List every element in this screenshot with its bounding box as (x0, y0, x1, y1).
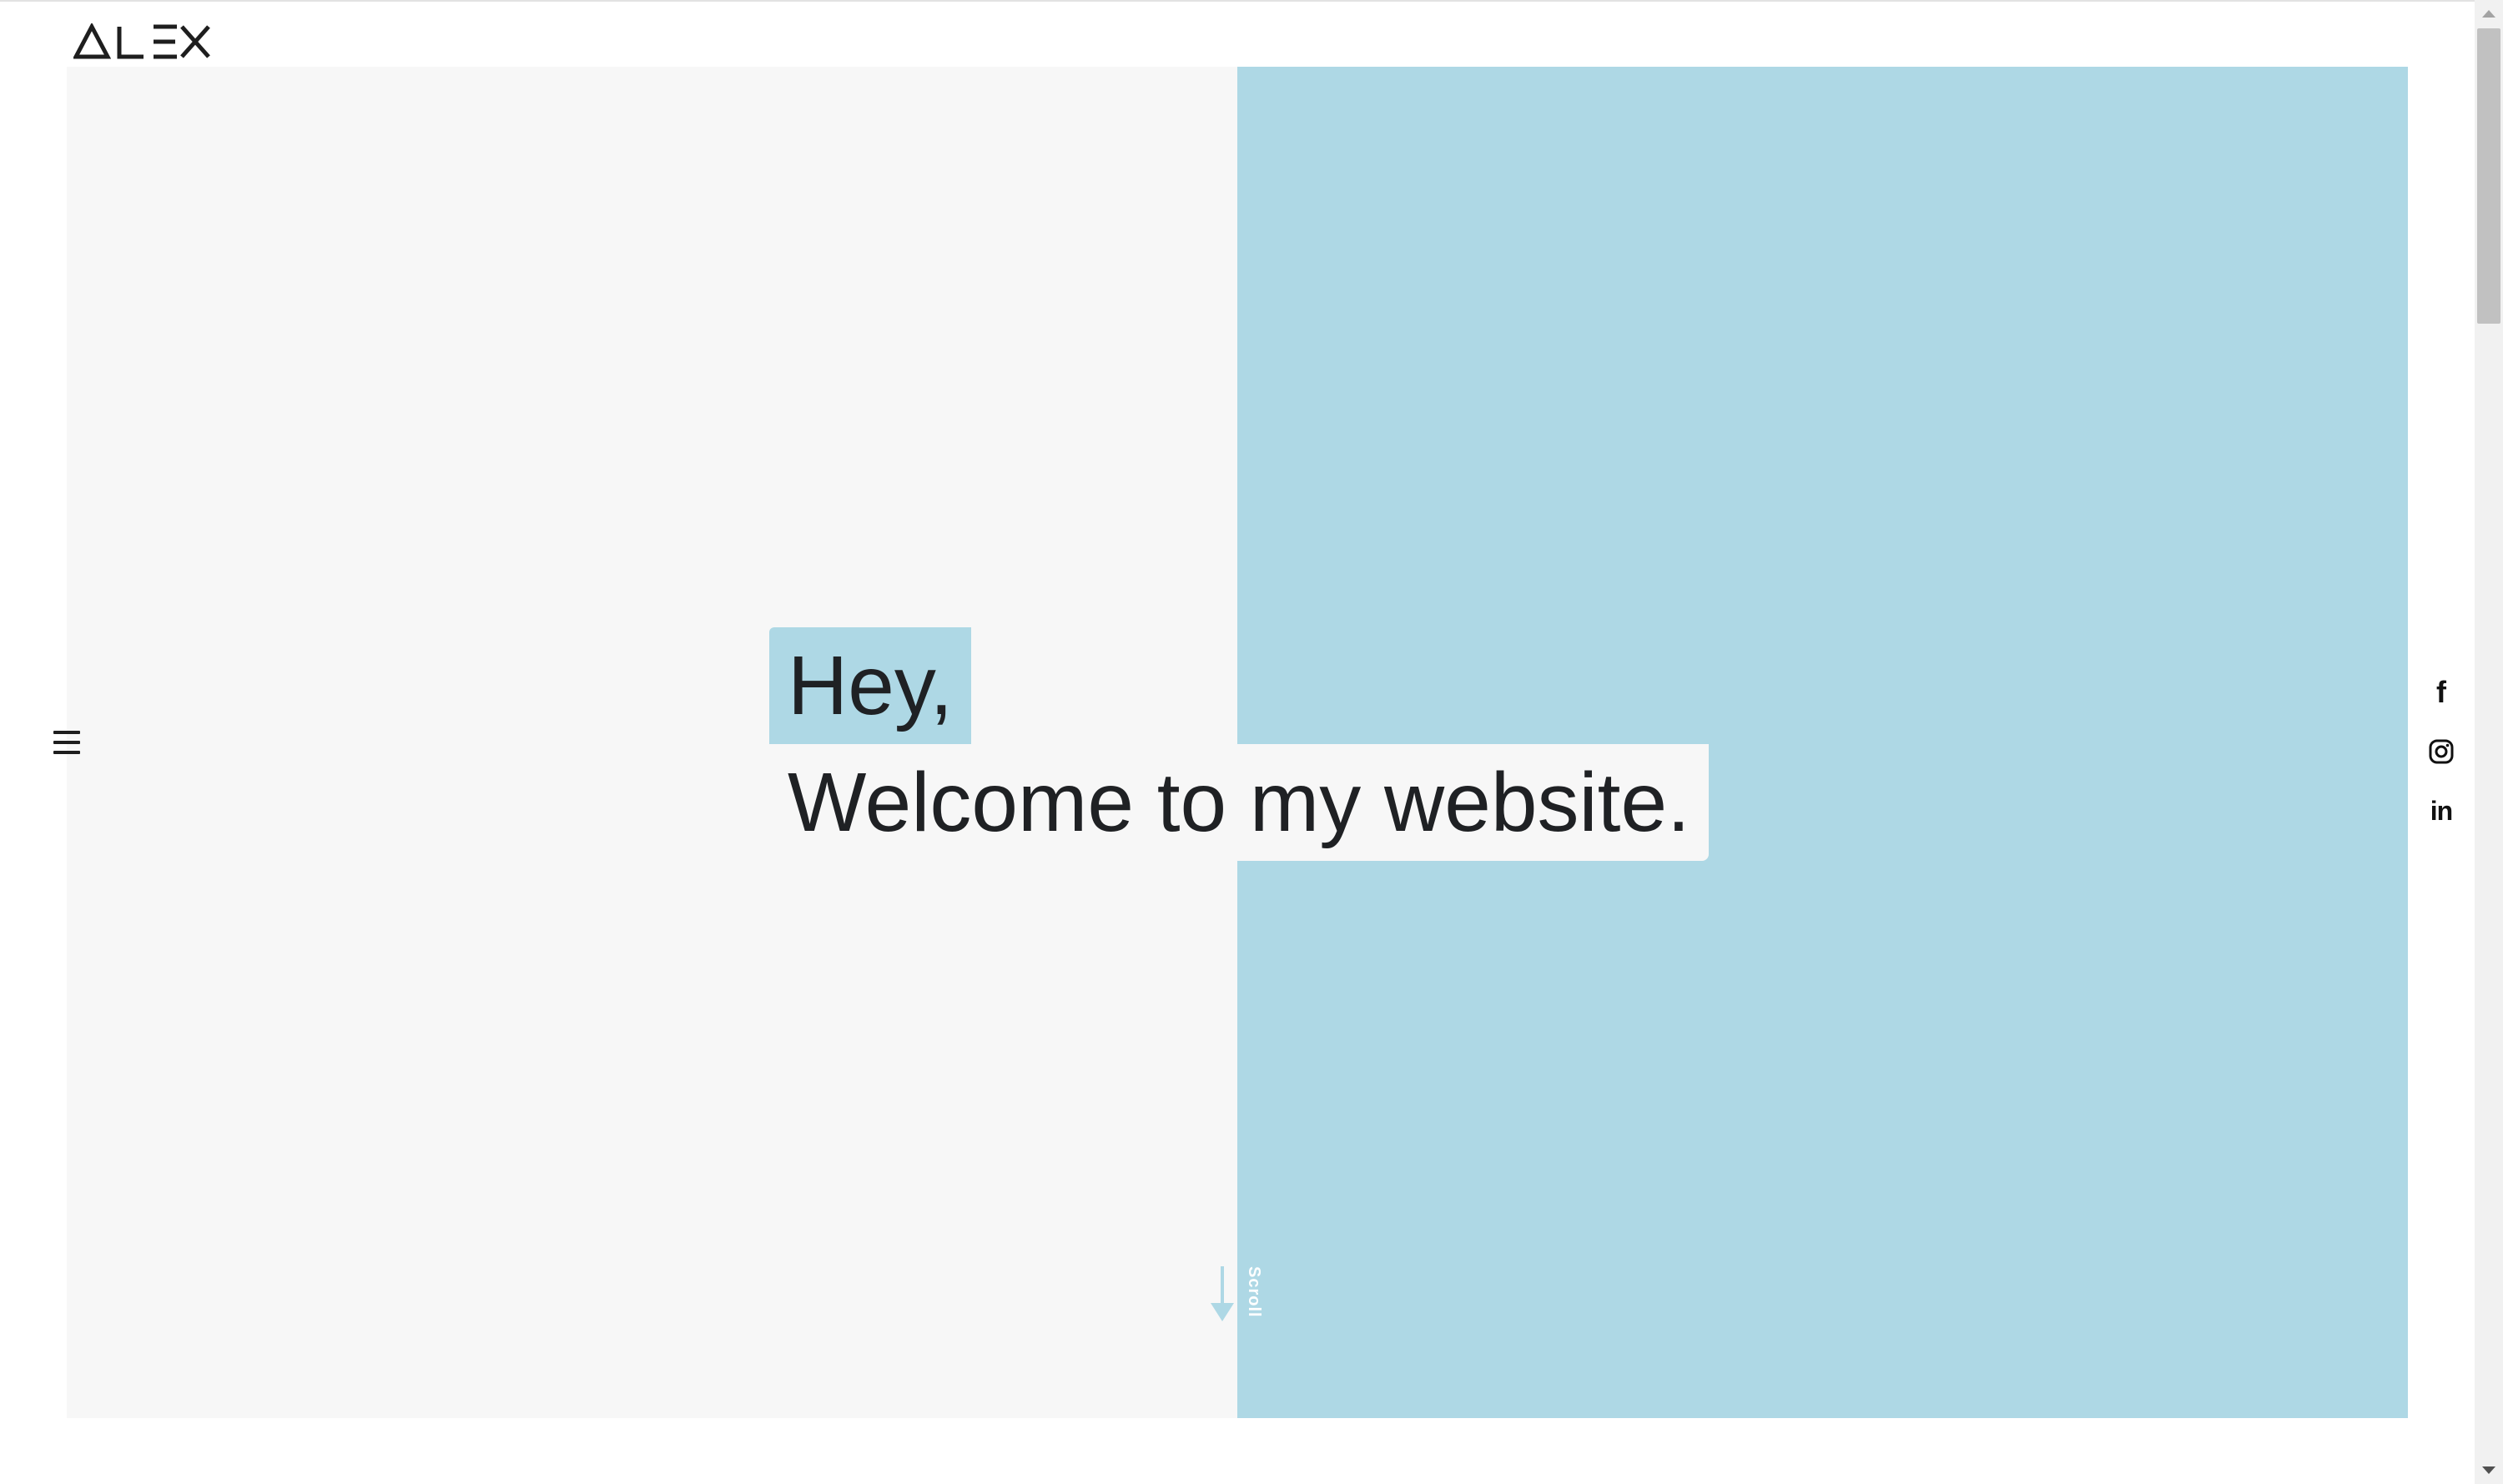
facebook-icon: f (2436, 675, 2446, 709)
hamburger-icon-bar-middle (53, 741, 80, 744)
hamburger-icon-bar-top (53, 731, 80, 734)
scroll-label: Scroll (1245, 1266, 1263, 1318)
instagram-link[interactable] (2426, 737, 2456, 767)
instagram-icon (2429, 739, 2454, 764)
linkedin-link[interactable]: in (2426, 796, 2456, 826)
hero-right-panel (1237, 67, 2408, 1418)
hero-section (67, 67, 2408, 1418)
menu-button[interactable] (53, 731, 80, 754)
arrow-down-icon (1211, 1266, 1234, 1321)
hero-welcome: Welcome to my website. (769, 744, 1709, 861)
hero-greeting-text: Hey, (788, 639, 954, 732)
top-border (0, 0, 2475, 2)
scroll-up-arrow-icon[interactable] (2482, 10, 2495, 18)
hero-left-panel (67, 67, 1237, 1418)
scroll-indicator[interactable]: Scroll (1210, 1266, 1263, 1323)
site-logo[interactable] (73, 23, 212, 60)
scroll-down-arrow-icon[interactable] (2482, 1466, 2495, 1474)
facebook-link[interactable]: f (2426, 677, 2456, 707)
hero-welcome-text: Welcome to my website. (788, 756, 1690, 849)
linkedin-icon: in (2430, 796, 2453, 826)
page-scrollbar[interactable] (2475, 0, 2503, 1484)
hero-greeting: Hey, (769, 627, 972, 744)
hamburger-icon-bar-bottom (53, 751, 80, 754)
scrollbar-thumb[interactable] (2477, 28, 2500, 324)
alex-logo-mark (73, 23, 210, 59)
